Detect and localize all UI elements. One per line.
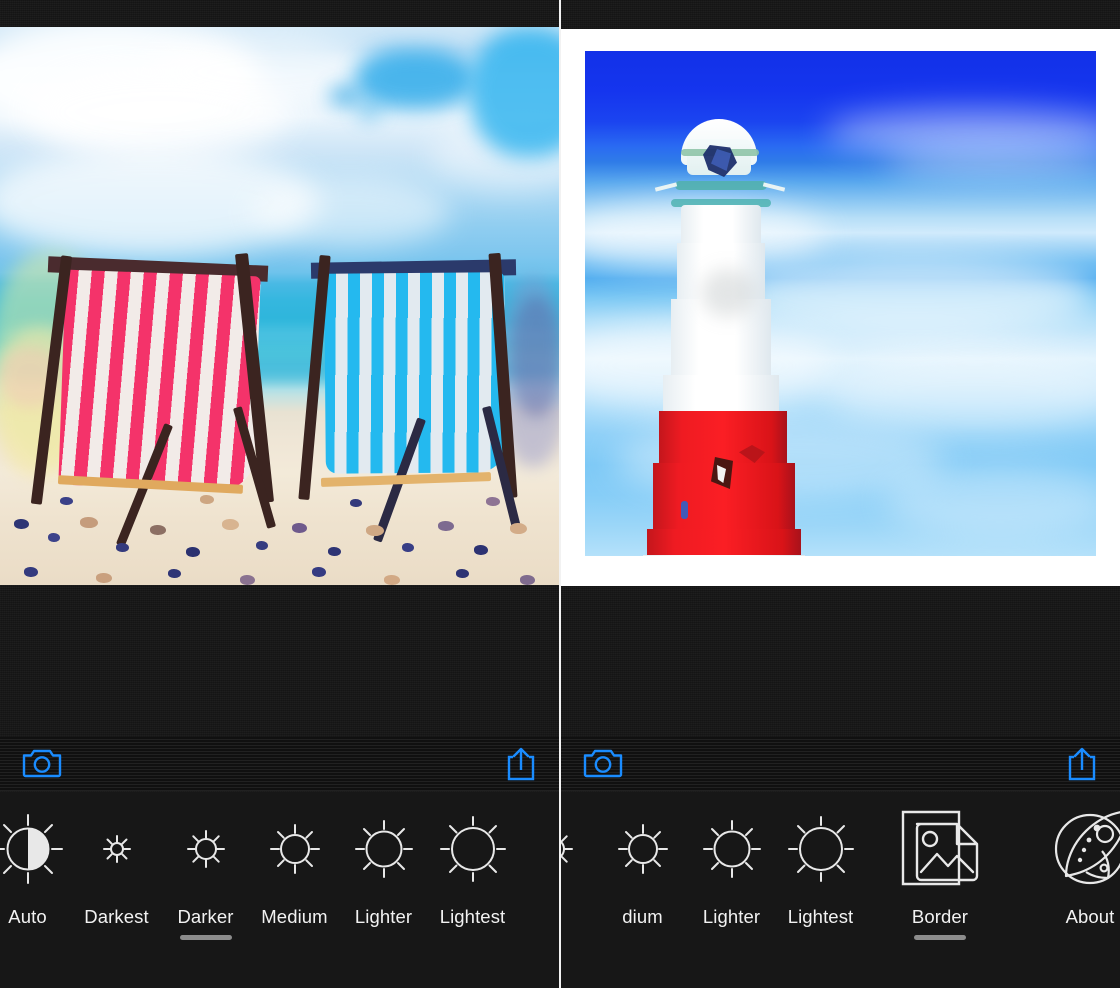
dual-screenshot-container: Auto Darkest Darker Medium Lighter Light… — [0, 0, 1120, 988]
filter-label: Lighter — [702, 906, 761, 927]
deck-chair-blue — [298, 252, 535, 543]
filter-item-about[interactable]: About — [1015, 792, 1120, 940]
filter-item-lightest[interactable]: Lightest — [776, 792, 865, 940]
right-panel: dium Lighter Lightest Border About — [561, 0, 1120, 988]
sun-medium-icon — [257, 806, 333, 892]
sun-lightest-icon — [783, 806, 859, 892]
sun-darkest-icon — [79, 806, 155, 892]
toolbar-strip-right — [561, 737, 1120, 791]
left-panel: Auto Darkest Darker Medium Lighter Light… — [0, 0, 559, 988]
sun-darker-icon — [168, 806, 244, 892]
filter-bar-left[interactable]: Auto Darkest Darker Medium Lighter Light… — [0, 792, 559, 988]
beach-artwork — [0, 27, 559, 585]
sun-lighter-icon — [694, 806, 770, 892]
share-icon[interactable] — [505, 746, 537, 782]
toolbar-strip-left — [0, 737, 559, 791]
filter-label: Darker — [177, 906, 234, 927]
filter-item-darker-clipped[interactable] — [561, 792, 598, 918]
filter-item-medium[interactable]: Medium — [250, 792, 339, 940]
camera-icon[interactable] — [22, 746, 62, 778]
border-frame-icon — [897, 806, 983, 892]
watercolor-lighthouse[interactable] — [561, 29, 1120, 586]
selection-indicator — [179, 935, 232, 940]
brightness-auto-icon — [0, 806, 66, 892]
filter-row-left: Auto Darkest Darker Medium Lighter Light… — [0, 792, 517, 988]
photo-white-border — [561, 29, 1120, 586]
filter-label: Lightest — [787, 906, 854, 927]
filter-label: Lightest — [439, 906, 506, 927]
filter-bar-right[interactable]: dium Lighter Lightest Border About — [561, 792, 1120, 988]
watercolor-deck-chairs-beach[interactable] — [0, 27, 559, 585]
filter-row-right: dium Lighter Lightest Border About — [561, 792, 1120, 988]
filter-label: Darkest — [84, 906, 149, 927]
sun-darker-icon — [561, 806, 592, 892]
filter-item-auto[interactable]: Auto — [0, 792, 72, 940]
filter-item-darker[interactable]: Darker — [161, 792, 250, 940]
sun-lightest-icon — [435, 806, 511, 892]
filter-item-darkest[interactable]: Darkest — [72, 792, 161, 940]
filter-label: Medium — [261, 906, 328, 927]
selection-indicator — [914, 935, 966, 940]
filter-label: dium — [622, 906, 663, 927]
share-icon[interactable] — [1066, 746, 1098, 782]
rocket-about-icon — [1047, 806, 1120, 892]
filter-item-medium[interactable]: dium — [598, 792, 687, 940]
photo-stage-left — [0, 27, 559, 585]
filter-item-lighter[interactable]: Lighter — [339, 792, 428, 940]
sun-medium-icon — [605, 806, 681, 892]
filter-label: Lighter — [354, 906, 413, 927]
lighthouse-artwork — [585, 51, 1096, 556]
filter-item-lighter[interactable]: Lighter — [687, 792, 776, 940]
filter-item-border[interactable]: Border — [865, 792, 1015, 940]
sun-lighter-icon — [346, 806, 422, 892]
filter-label: Auto — [8, 906, 47, 927]
deck-chair-pink — [30, 253, 290, 547]
photo-stage-right — [561, 29, 1120, 586]
filter-label: Border — [911, 906, 969, 927]
lighthouse-tower — [615, 119, 845, 556]
camera-icon[interactable] — [583, 746, 623, 778]
filter-label: About — [1065, 906, 1115, 927]
filter-item-lightest[interactable]: Lightest — [428, 792, 517, 940]
